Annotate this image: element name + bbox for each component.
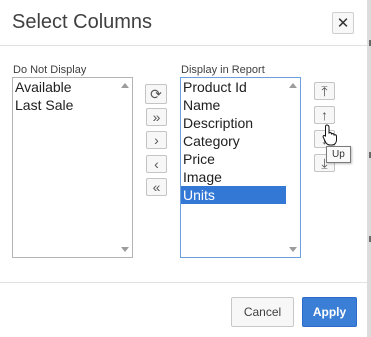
remove-button[interactable]: ‹ [146,155,167,173]
do-not-display-list[interactable]: Available Last Sale [12,77,133,258]
reset-button[interactable]: ⟳ [145,84,167,104]
tooltip: Up [326,146,351,163]
list-option[interactable]: Units [181,186,300,204]
list-option[interactable]: Last Sale [13,96,132,114]
display-in-report-scrollbar[interactable] [286,78,300,257]
close-icon: ✕ [336,15,350,32]
move-top-button[interactable]: ⤒ [314,82,335,100]
select-columns-dialog: Select Columns ✕ Do Not Display Availabl… [0,0,367,337]
list-option[interactable]: Product Id [181,78,300,96]
cancel-button[interactable]: Cancel [231,297,294,327]
scroll-down-arrow-icon[interactable] [289,247,297,252]
double-chevron-left-icon: « [152,179,161,195]
background-edge [367,0,371,337]
do-not-display-scrollbar[interactable] [118,78,132,257]
close-button[interactable]: ✕ [332,12,354,34]
arrow-to-top-icon: ⤒ [321,83,328,99]
chevron-right-icon: › [154,132,159,148]
list-option[interactable]: Image [181,168,300,186]
list-option[interactable]: Price [181,150,300,168]
display-in-report-list[interactable]: Product Id Name Description Category Price Im… [180,77,301,258]
list-option[interactable]: Description [181,114,300,132]
remove-all-button[interactable]: « [146,178,167,196]
apply-button[interactable]: Apply [302,297,357,327]
scroll-down-arrow-icon[interactable] [121,247,129,252]
dialog-title: Select Columns [12,11,153,33]
scroll-up-arrow-icon[interactable] [121,83,129,88]
double-chevron-right-icon: » [152,109,161,125]
move-button[interactable]: › [146,131,167,149]
hand-cursor-icon [322,124,337,146]
footer-divider [0,282,367,283]
scroll-up-arrow-icon[interactable] [289,83,297,88]
move-all-button[interactable]: » [146,108,167,126]
list-option[interactable]: Category [181,132,300,150]
chevron-left-icon: ‹ [154,156,159,172]
move-up-button[interactable]: ↑ [314,106,335,124]
header-divider [0,45,367,46]
display-in-report-label: Display in Report [181,64,265,76]
list-option[interactable]: Available [13,78,132,96]
reset-icon: ⟳ [150,86,162,102]
list-option[interactable]: Name [181,96,300,114]
do-not-display-label: Do Not Display [13,64,87,76]
arrow-up-icon: ↑ [321,107,328,123]
